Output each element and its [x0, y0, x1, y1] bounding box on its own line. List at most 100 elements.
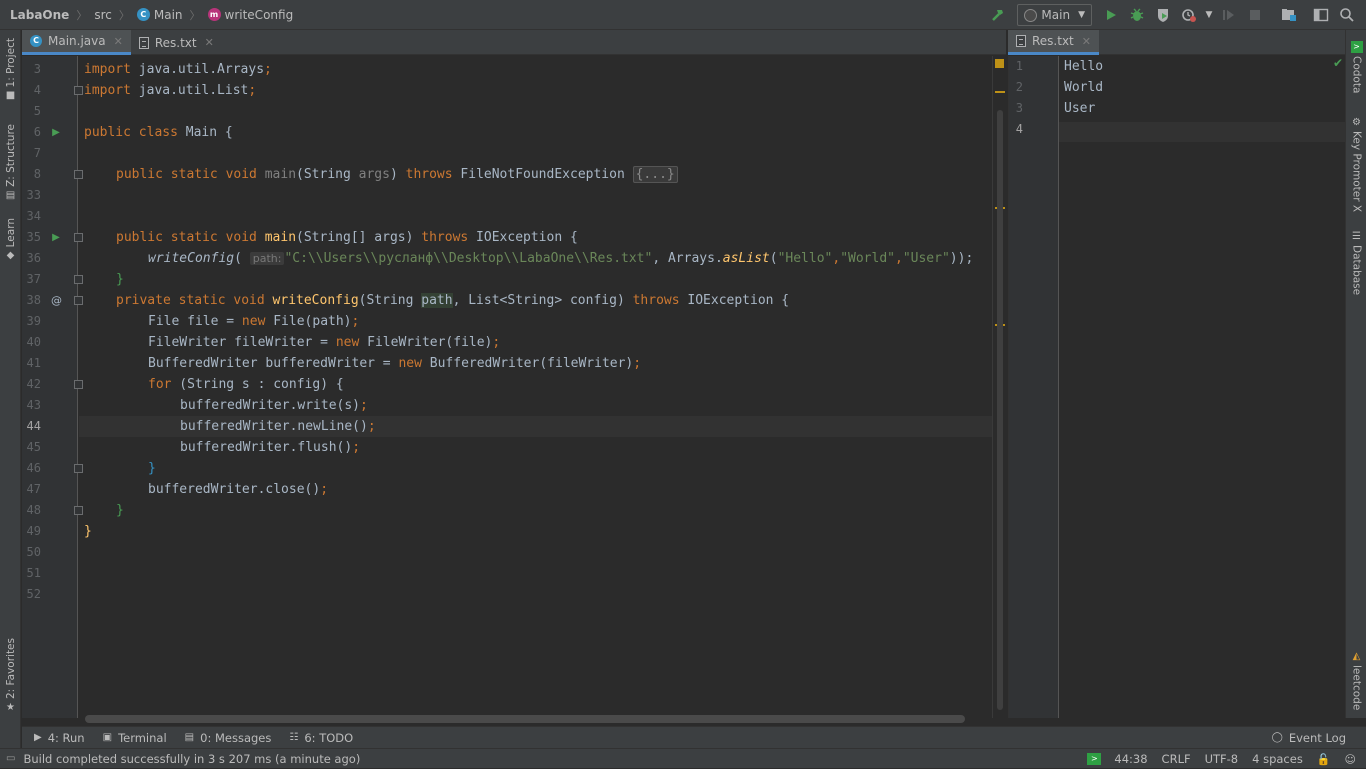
text-file-icon	[1016, 35, 1026, 47]
tool-tab-leetcode[interactable]: ◭ leetcode	[1346, 648, 1366, 710]
main-toolbar: Main ▼ ▼	[985, 0, 1366, 30]
text-editor-res[interactable]: 1 2 3 4 Hello World User ✔	[1008, 56, 1346, 718]
debug-icon[interactable]	[1126, 4, 1148, 26]
code-line: File file = new File(path);	[148, 314, 360, 329]
left-tool-stripe: 1: Project ■ Z: Structure ▤ Learn ◆ 2: F…	[0, 30, 21, 748]
coverage-icon[interactable]	[1152, 4, 1174, 26]
config-icon	[1024, 8, 1038, 22]
file-encoding[interactable]: UTF-8	[1205, 752, 1239, 766]
warning-icon[interactable]	[995, 59, 1004, 68]
breadcrumb-method-label: writeConfig	[224, 7, 294, 22]
layout-icon[interactable]	[1310, 4, 1332, 26]
run-configuration-select[interactable]: Main ▼	[1017, 4, 1092, 26]
tool-tab-structure-label: Z: Structure	[4, 124, 17, 187]
tool-window-messages-label: 0: Messages	[200, 730, 272, 745]
project-structure-icon[interactable]	[1278, 4, 1300, 26]
indent-setting[interactable]: 4 spaces	[1252, 752, 1303, 766]
tool-tab-learn[interactable]: Learn ◆	[0, 218, 21, 264]
right-tool-stripe: > Codota ⚙ Key Promoter X ☰ Database ◭ l…	[1345, 30, 1366, 718]
tab-res-txt[interactable]: Res.txt ✕	[131, 30, 222, 55]
run-gutter-icon[interactable]: ▶	[51, 122, 61, 143]
tool-tab-structure[interactable]: Z: Structure ▤	[0, 124, 21, 204]
line-number: 3	[1015, 101, 1023, 115]
annotation-gutter-icon[interactable]: @	[51, 290, 62, 311]
inspector-icon[interactable]: ☺	[1345, 753, 1356, 766]
run-gutter-icon[interactable]: ▶	[51, 227, 61, 248]
breadcrumb-method[interactable]: m writeConfig	[204, 0, 298, 30]
breadcrumb-class[interactable]: C Main	[133, 0, 187, 30]
code-line: bufferedWriter.write(s);	[180, 398, 368, 413]
line-separator[interactable]: CRLF	[1162, 752, 1191, 766]
tool-window-run[interactable]: ▶ 4: Run	[34, 731, 85, 745]
code-line: import java.util.List;	[84, 83, 257, 98]
text-line: User	[1064, 101, 1096, 116]
event-log-label: Event Log	[1288, 730, 1346, 745]
tool-tab-database[interactable]: ☰ Database	[1346, 228, 1366, 295]
tool-window-terminal-label: Terminal	[118, 730, 167, 745]
tool-tab-favorites[interactable]: 2: Favorites ★	[0, 638, 21, 716]
line-number: 37	[26, 272, 41, 286]
profiler-icon[interactable]	[1178, 4, 1200, 26]
tool-window-messages[interactable]: ▤ 0: Messages	[185, 731, 272, 745]
text-line: Hello	[1064, 59, 1104, 74]
close-icon[interactable]: ✕	[205, 36, 214, 49]
caret-position[interactable]: 44:38	[1114, 752, 1147, 766]
resume-icon	[1218, 4, 1240, 26]
tool-tab-project[interactable]: 1: Project ■	[0, 38, 21, 104]
class-icon: C	[136, 8, 150, 21]
run-icon[interactable]	[1100, 4, 1122, 26]
toggle-tool-windows-icon[interactable]: ▭	[6, 753, 15, 764]
error-stripe[interactable]	[992, 56, 1006, 718]
vertical-scrollbar[interactable]	[997, 110, 1003, 710]
lock-icon[interactable]: 🔓	[1317, 753, 1331, 766]
breadcrumb-folder-label: src	[94, 7, 112, 22]
line-number: 46	[26, 461, 41, 475]
checkmark-icon: ✔	[1332, 56, 1343, 70]
horizontal-scrollbar[interactable]	[85, 715, 965, 723]
breadcrumb-folder[interactable]: src	[90, 0, 116, 30]
tool-window-run-label: 4: Run	[47, 730, 85, 745]
tab-main-java[interactable]: C Main.java ✕	[22, 30, 131, 55]
search-icon[interactable]	[1336, 4, 1358, 26]
tab-res-txt-right-label: Res.txt	[1032, 34, 1074, 48]
editor-gutter: 1 2 3 4	[1009, 56, 1059, 718]
database-icon: ☰	[1352, 231, 1361, 242]
codota-status-icon[interactable]: >	[1087, 753, 1102, 765]
close-icon[interactable]: ✕	[1082, 35, 1091, 48]
tool-tab-codota[interactable]: > Codota	[1346, 38, 1366, 93]
method-icon: m	[207, 8, 221, 21]
tool-window-todo-label: 6: TODO	[304, 730, 354, 745]
run-icon: ▶	[34, 732, 42, 743]
tool-tab-key-promoter-label: Key Promoter X	[1350, 131, 1363, 213]
chevron-right-icon: 〉	[189, 8, 201, 22]
warning-marker[interactable]	[995, 91, 1005, 93]
leetcode-icon: ◭	[1352, 651, 1361, 662]
chevron-down-icon[interactable]: ▼	[1204, 4, 1214, 26]
code-editor-main[interactable]: 3 4 5 6 7 8 33 34 35 36 37 38 39 40 41 4…	[22, 56, 1006, 718]
code-line: bufferedWriter.close();	[148, 482, 329, 497]
tool-tab-key-promoter[interactable]: ⚙ Key Promoter X	[1346, 114, 1366, 212]
stop-icon	[1244, 4, 1266, 26]
java-class-icon: C	[30, 35, 42, 47]
tool-window-event-log[interactable]: ◯ Event Log	[1272, 731, 1346, 745]
tool-window-terminal[interactable]: ▣ Terminal	[103, 731, 167, 745]
close-icon[interactable]: ✕	[114, 35, 123, 48]
line-number: 41	[26, 356, 41, 370]
tab-res-txt-right[interactable]: Res.txt ✕	[1008, 30, 1099, 55]
line-number: 38	[26, 293, 41, 307]
folded-code[interactable]: {...}	[632, 166, 678, 183]
line-number: 42	[26, 377, 41, 391]
code-area[interactable]: import java.util.Arrays; import java.uti…	[79, 56, 996, 718]
build-hammer-icon[interactable]	[987, 4, 1009, 26]
line-number: 7	[33, 146, 41, 160]
line-number: 43	[26, 398, 41, 412]
code-line: public static void main(String[] args) t…	[116, 230, 578, 245]
editor-tabs-left: C Main.java ✕ Res.txt ✕	[22, 30, 1006, 55]
breadcrumb-class-label: Main	[153, 7, 183, 22]
text-line: World	[1064, 80, 1104, 95]
breadcrumb-project[interactable]: LabaOne	[0, 0, 73, 30]
tool-window-todo[interactable]: ☷ 6: TODO	[289, 731, 353, 745]
tool-tab-leetcode-label: leetcode	[1350, 665, 1363, 711]
codota-icon: >	[1350, 41, 1363, 53]
status-message[interactable]: Build completed successfully in 3 s 207 …	[23, 752, 360, 766]
